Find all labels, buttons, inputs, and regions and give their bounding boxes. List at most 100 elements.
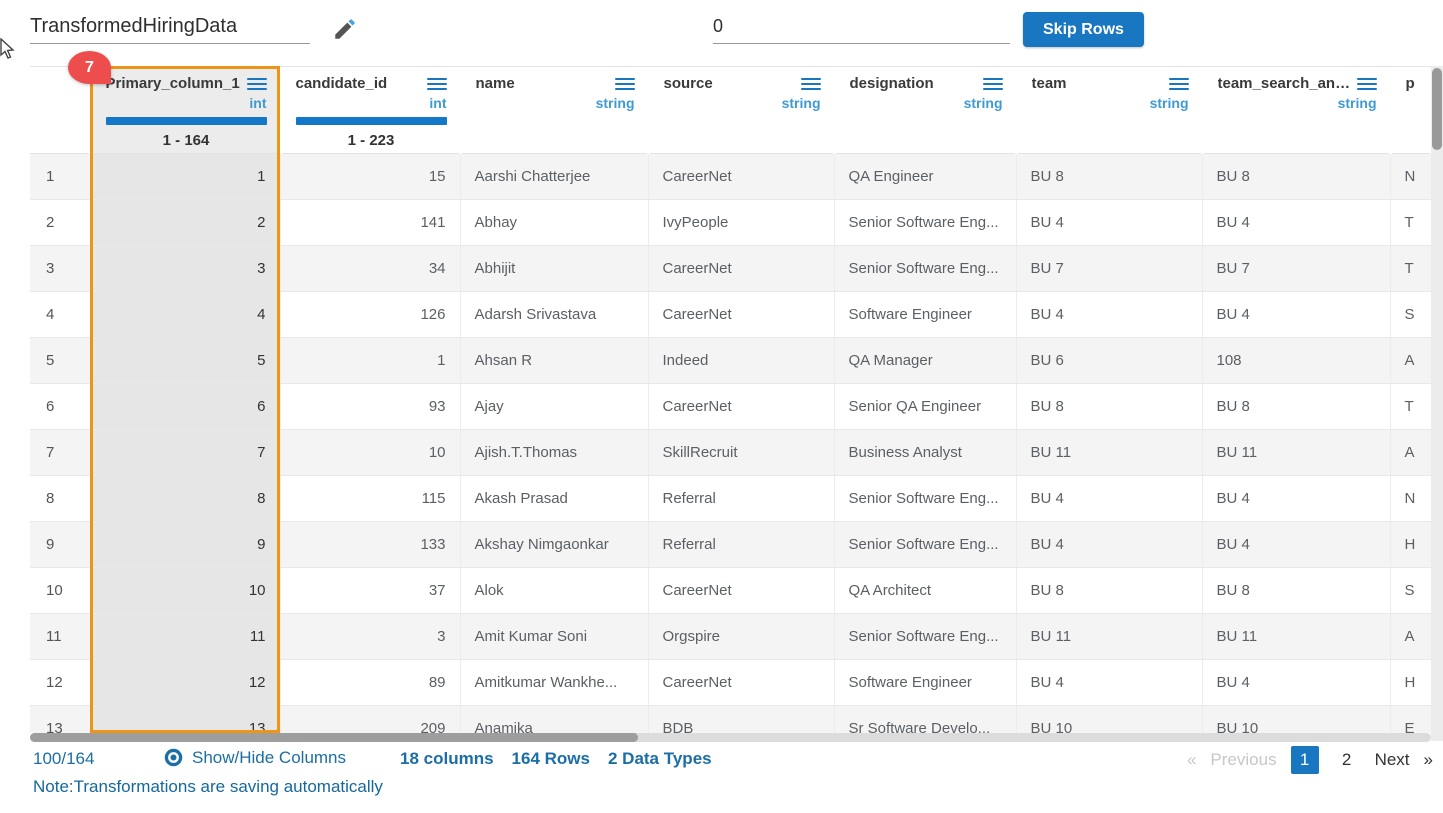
cell[interactable]: BU 8 xyxy=(1202,384,1390,430)
cell[interactable]: T xyxy=(1390,384,1431,430)
cell[interactable]: BU 8 xyxy=(1016,568,1202,614)
column-menu-icon[interactable] xyxy=(1357,75,1377,93)
cell[interactable]: Senior QA Engineer xyxy=(834,384,1016,430)
column-menu-icon[interactable] xyxy=(247,75,267,93)
column-header-name[interactable]: namestring xyxy=(460,67,648,154)
cell[interactable]: IvyPeople xyxy=(648,200,834,246)
cell[interactable]: 3 xyxy=(280,614,460,660)
cell[interactable]: BDB xyxy=(648,706,834,734)
cell[interactable]: Abhay xyxy=(460,200,648,246)
cell[interactable]: 1 xyxy=(90,154,280,200)
cell[interactable]: BU 10 xyxy=(1202,706,1390,734)
cell[interactable]: T xyxy=(1390,200,1431,246)
cell[interactable]: Ahsan R xyxy=(460,338,648,384)
next-arrow-icon[interactable]: » xyxy=(1424,750,1433,770)
cell[interactable]: BU 11 xyxy=(1016,430,1202,476)
cell[interactable]: Referral xyxy=(648,476,834,522)
column-header-team-search-and-r-[interactable]: team_search_and_r...string xyxy=(1202,67,1390,154)
cell[interactable]: BU 10 xyxy=(1016,706,1202,734)
cell[interactable]: Senior Software Eng... xyxy=(834,476,1016,522)
cell[interactable]: N xyxy=(1390,154,1431,200)
cell[interactable]: QA Manager xyxy=(834,338,1016,384)
cell[interactable]: T xyxy=(1390,246,1431,292)
cell[interactable]: Abhijit xyxy=(460,246,648,292)
skip-rows-button[interactable]: Skip Rows xyxy=(1023,12,1144,47)
cell[interactable]: 2 xyxy=(90,200,280,246)
cell[interactable]: CareerNet xyxy=(648,384,834,430)
cell[interactable]: CareerNet xyxy=(648,292,834,338)
cell[interactable]: BU 4 xyxy=(1202,476,1390,522)
cell[interactable]: BU 4 xyxy=(1202,292,1390,338)
cell[interactable]: A xyxy=(1390,338,1431,384)
cell[interactable]: Akshay Nimgaonkar xyxy=(460,522,648,568)
cell[interactable]: Aarshi Chatterjee xyxy=(460,154,648,200)
cell[interactable]: BU 11 xyxy=(1016,614,1202,660)
column-header-team[interactable]: teamstring xyxy=(1016,67,1202,154)
horizontal-scrollbar-thumb[interactable] xyxy=(30,733,638,742)
column-header-candidate-id[interactable]: candidate_idint1 - 223 xyxy=(280,67,460,154)
vertical-scrollbar-thumb[interactable] xyxy=(1432,68,1442,150)
cell[interactable]: 13 xyxy=(90,706,280,734)
column-menu-icon[interactable] xyxy=(1169,75,1189,93)
cell[interactable]: Software Engineer xyxy=(834,660,1016,706)
cell[interactable]: Ajay xyxy=(460,384,648,430)
cell[interactable]: 126 xyxy=(280,292,460,338)
cell[interactable]: QA Engineer xyxy=(834,154,1016,200)
column-menu-icon[interactable] xyxy=(983,75,1003,93)
cell[interactable]: 12 xyxy=(90,660,280,706)
cell[interactable]: BU 4 xyxy=(1202,200,1390,246)
cell[interactable]: E xyxy=(1390,706,1431,734)
cell[interactable]: 9 xyxy=(90,522,280,568)
cell[interactable]: S xyxy=(1390,568,1431,614)
cell[interactable]: BU 4 xyxy=(1202,522,1390,568)
cell[interactable]: Ajish.T.Thomas xyxy=(460,430,648,476)
cell[interactable]: Sr Software Develo... xyxy=(834,706,1016,734)
column-menu-icon[interactable] xyxy=(801,75,821,93)
cell[interactable]: Senior Software Eng... xyxy=(834,246,1016,292)
cell[interactable]: A xyxy=(1390,614,1431,660)
cell[interactable]: Business Analyst xyxy=(834,430,1016,476)
cell[interactable]: CareerNet xyxy=(648,154,834,200)
cell[interactable]: BU 7 xyxy=(1016,246,1202,292)
cell[interactable]: 209 xyxy=(280,706,460,734)
cell[interactable]: A xyxy=(1390,430,1431,476)
cell[interactable]: BU 6 xyxy=(1016,338,1202,384)
cell[interactable]: 10 xyxy=(90,568,280,614)
cell[interactable]: 1 xyxy=(280,338,460,384)
dataset-name-input[interactable] xyxy=(30,10,310,44)
cell[interactable]: Orgspire xyxy=(648,614,834,660)
cell[interactable]: BU 8 xyxy=(1016,154,1202,200)
cell[interactable]: Senior Software Eng... xyxy=(834,522,1016,568)
cell[interactable]: 133 xyxy=(280,522,460,568)
cell[interactable]: 15 xyxy=(280,154,460,200)
cell[interactable]: Senior Software Eng... xyxy=(834,614,1016,660)
cell[interactable]: Adarsh Srivastava xyxy=(460,292,648,338)
cell[interactable]: 8 xyxy=(90,476,280,522)
cell[interactable]: 108 xyxy=(1202,338,1390,384)
cell[interactable]: Software Engineer xyxy=(834,292,1016,338)
next-button[interactable]: Next xyxy=(1375,750,1410,770)
cell[interactable]: 34 xyxy=(280,246,460,292)
cell[interactable]: BU 4 xyxy=(1202,660,1390,706)
cell[interactable]: 37 xyxy=(280,568,460,614)
cell[interactable]: BU 4 xyxy=(1016,660,1202,706)
page-button-1[interactable]: 1 xyxy=(1291,746,1319,774)
show-hide-columns-button[interactable]: Show/Hide Columns xyxy=(163,747,346,768)
cell[interactable]: Anamika xyxy=(460,706,648,734)
cell[interactable]: Alok xyxy=(460,568,648,614)
column-header-source[interactable]: sourcestring xyxy=(648,67,834,154)
cell[interactable]: BU 8 xyxy=(1016,384,1202,430)
cell[interactable]: 89 xyxy=(280,660,460,706)
cell[interactable]: 5 xyxy=(90,338,280,384)
column-menu-icon[interactable] xyxy=(427,75,447,93)
cell[interactable]: H xyxy=(1390,522,1431,568)
cell[interactable]: H xyxy=(1390,660,1431,706)
cell[interactable]: 6 xyxy=(90,384,280,430)
cell[interactable]: BU 11 xyxy=(1202,430,1390,476)
cell[interactable]: CareerNet xyxy=(648,660,834,706)
cell[interactable]: 115 xyxy=(280,476,460,522)
cell[interactable]: Akash Prasad xyxy=(460,476,648,522)
cell[interactable]: QA Architect xyxy=(834,568,1016,614)
cell[interactable]: BU 7 xyxy=(1202,246,1390,292)
cell[interactable]: BU 8 xyxy=(1202,568,1390,614)
